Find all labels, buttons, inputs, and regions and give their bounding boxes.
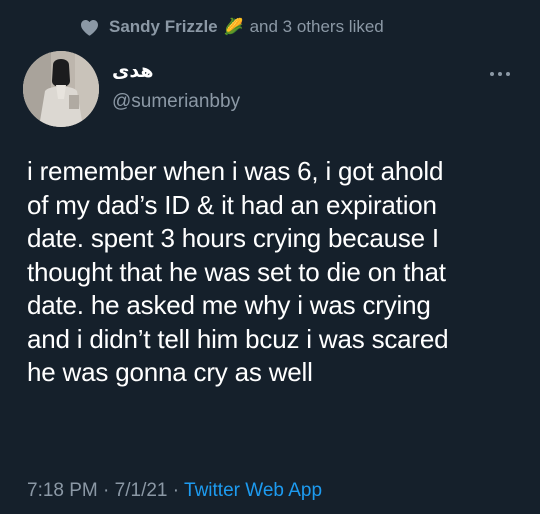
tweet-text: i remember when i was 6, i got ahold of … — [27, 155, 527, 390]
tweet-date[interactable]: 7/1/21 — [115, 480, 168, 501]
tweet-line: thought that he was set to die on that — [27, 256, 446, 287]
tweet-line: date. spent 3 hours crying because I — [27, 223, 439, 253]
meta-separator: · — [103, 480, 110, 501]
tweet-time[interactable]: 7:18 PM — [27, 480, 98, 501]
tweet-line: i remember when i was 6, i got ahold — [27, 156, 444, 186]
avatar[interactable] — [23, 51, 99, 127]
more-horizontal-icon[interactable] — [487, 64, 513, 84]
meta-separator: · — [172, 480, 180, 501]
liker-name[interactable]: Sandy Frizzle — [109, 17, 218, 37]
tweet-line: he was gonna cry as well — [27, 357, 313, 387]
user-handle[interactable]: @sumerianbby — [112, 91, 240, 113]
tweet-line: of my dad’s ID & it had an expiration — [27, 189, 437, 220]
display-name[interactable]: هدى — [112, 60, 154, 82]
liked-suffix: and 3 others liked — [249, 17, 384, 36]
social-context[interactable]: Sandy Frizzle 🌽 and 3 others liked — [80, 14, 384, 40]
tweet-meta: 7:18 PM · 7/1/21 · Twitter Web App — [27, 480, 322, 502]
avatar-photo — [23, 51, 99, 127]
tweet-line: date. he asked me why i was crying — [27, 290, 431, 320]
heart-icon — [81, 19, 98, 36]
corn-emoji: 🌽 — [223, 19, 244, 36]
tweet-source-link[interactable]: Twitter Web App — [184, 480, 322, 501]
tweet-line: and i didn’t tell him bcuz i was scared — [27, 323, 449, 354]
